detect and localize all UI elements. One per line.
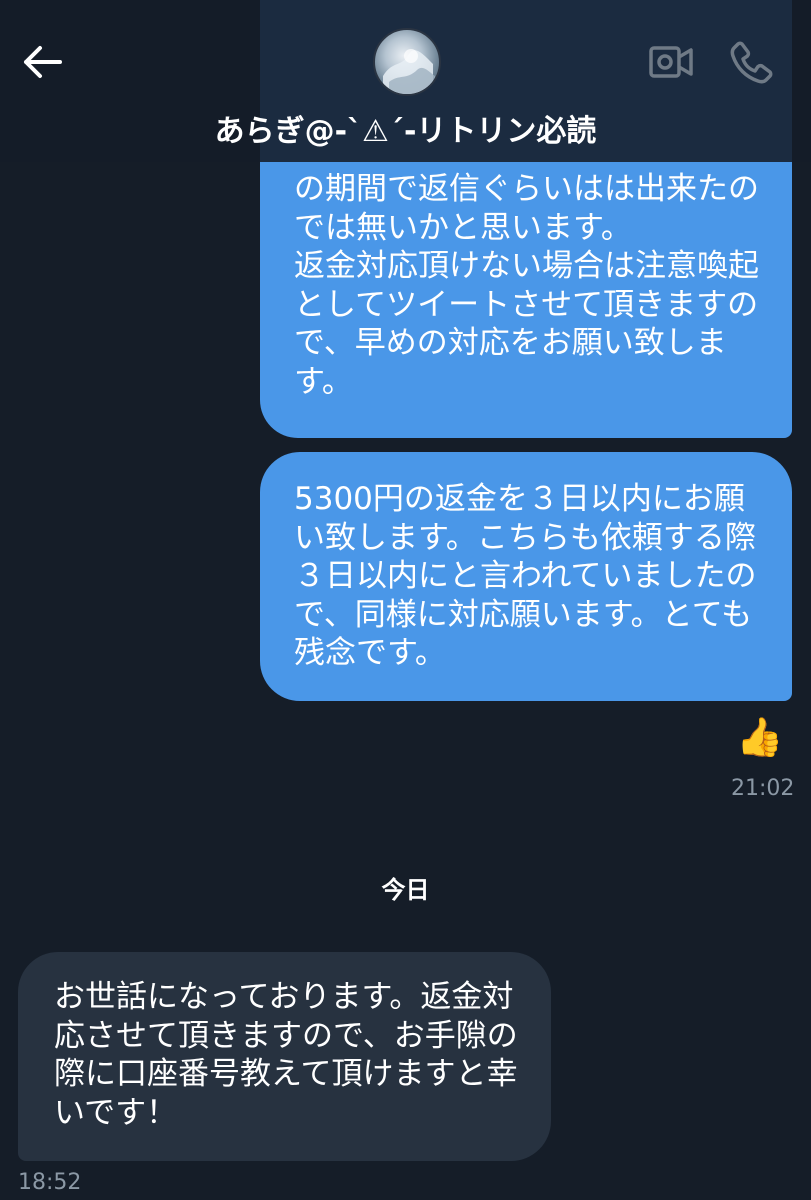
conversation-header: あらぎ@-ˋ⚠ˊ-リトリン必読 [0, 0, 811, 162]
phone-icon [730, 41, 773, 84]
date-separator: 今日 [381, 876, 430, 904]
message-bubble-incoming[interactable]: お世話になっております。返金対 応させて頂きますので、お手隙の 際に口座番号教え… [18, 952, 551, 1161]
thumbs-up-reaction-icon[interactable]: 👍 [736, 714, 783, 760]
message-timestamp: 18:52 [18, 1170, 82, 1195]
conversation-title[interactable]: あらぎ@-ˋ⚠ˊ-リトリン必読 [0, 106, 811, 150]
video-camera-icon [649, 46, 693, 78]
back-button[interactable] [18, 38, 66, 86]
voice-call-button[interactable] [726, 36, 778, 88]
message-bubble-outgoing[interactable]: 5300円の返金を３日以内にお願 い致します。こちらも依頼する際 ３日以内にと言… [260, 452, 792, 701]
avatar-image [383, 49, 435, 94]
message-timestamp: 21:02 [731, 776, 795, 801]
arrow-left-icon [24, 46, 62, 78]
dm-conversation-screen: の期間で返信ぐらいはは出来たの では無いかと思います。 返金対応頂けない場合は注… [0, 0, 811, 1200]
avatar[interactable] [373, 28, 441, 96]
video-call-button[interactable] [646, 38, 696, 86]
